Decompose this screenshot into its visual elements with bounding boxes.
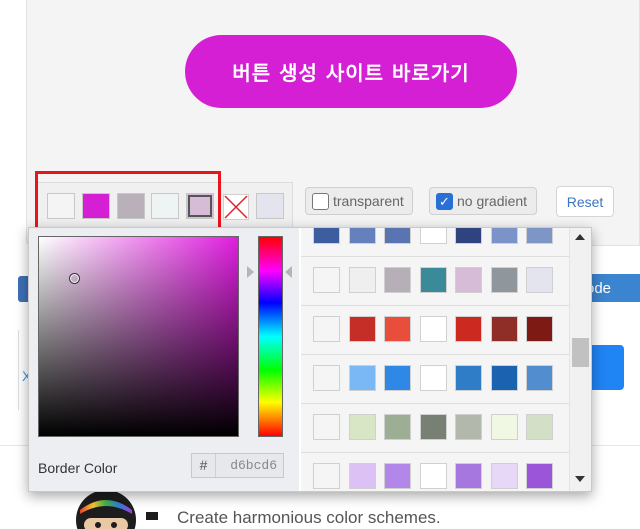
palette-color-cell[interactable] <box>313 414 340 440</box>
palette-color-cell[interactable] <box>419 316 447 342</box>
palette-color-cell[interactable] <box>313 228 340 244</box>
palette-color-cell[interactable] <box>455 463 482 489</box>
swatch-text-color[interactable] <box>151 193 179 219</box>
palette-color-cell[interactable] <box>348 228 376 244</box>
palette-color-cell[interactable] <box>384 267 411 293</box>
palette-color-cell[interactable] <box>455 316 482 342</box>
scroll-down-arrow-icon[interactable] <box>575 476 585 482</box>
palette-color-cell[interactable] <box>419 414 447 440</box>
palette-color-cell[interactable] <box>419 267 447 293</box>
palette-color-cell[interactable] <box>313 316 340 342</box>
palette-row <box>301 453 569 491</box>
palette-color-cell[interactable] <box>455 414 482 440</box>
no-gradient-option[interactable]: ✓ no gradient <box>429 187 537 215</box>
swatch-extra-color[interactable] <box>256 193 284 219</box>
ninja-mascot-icon <box>76 490 158 529</box>
palette-color-cell[interactable] <box>384 365 411 391</box>
palette-color-cell[interactable] <box>490 316 518 342</box>
preview-button[interactable]: 버튼 생성 사이트 바로가기 <box>185 35 517 108</box>
palette-scrollbar[interactable] <box>569 228 591 491</box>
palette-color-cell[interactable] <box>419 365 447 391</box>
palette-color-cell[interactable] <box>490 414 518 440</box>
no-color-icon[interactable] <box>223 194 249 220</box>
swatch-background-color[interactable] <box>47 193 75 219</box>
palette-color-cell[interactable] <box>526 316 553 342</box>
swatch-border-color[interactable] <box>186 193 214 219</box>
palette-color-cell[interactable] <box>526 414 553 440</box>
no-gradient-checkbox[interactable]: ✓ <box>436 192 453 210</box>
palette-color-cell[interactable] <box>455 365 482 391</box>
picker-controls: Border Color # d6bcd6 <box>29 228 299 491</box>
palette-color-cell[interactable] <box>348 463 376 489</box>
palette-row <box>301 228 569 257</box>
scroll-up-arrow-icon[interactable] <box>575 234 585 240</box>
palette-color-cell[interactable] <box>384 463 411 489</box>
palette-color-cell[interactable] <box>384 316 411 342</box>
palette-color-cell[interactable] <box>348 267 376 293</box>
palette-color-cell[interactable] <box>490 228 518 244</box>
palette-color-cell[interactable] <box>526 267 553 293</box>
tagline-text: Create harmonious color schemes. <box>177 508 441 527</box>
no-gradient-label: no gradient <box>457 193 528 209</box>
color-palette-list <box>301 228 569 491</box>
hue-slider[interactable] <box>258 236 283 437</box>
palette-row <box>301 404 569 453</box>
palette-row <box>301 355 569 404</box>
transparent-checkbox[interactable] <box>312 192 329 210</box>
swatch-shadow-color[interactable] <box>117 193 145 219</box>
palette-row <box>301 257 569 306</box>
palette-color-cell[interactable] <box>455 228 482 244</box>
palette-color-cell[interactable] <box>526 228 553 244</box>
palette-color-cell[interactable] <box>348 414 376 440</box>
palette-color-cell[interactable] <box>490 463 518 489</box>
palette-row <box>301 306 569 355</box>
saturation-value-area[interactable] <box>38 236 239 437</box>
palette-color-cell[interactable] <box>490 267 518 293</box>
border-color-label: Border Color <box>38 460 118 476</box>
reset-button[interactable]: Reset <box>556 186 614 217</box>
swatch-button-color[interactable] <box>82 193 110 219</box>
palette-color-cell[interactable] <box>455 267 482 293</box>
palette-color-cell[interactable] <box>526 463 553 489</box>
palette-color-cell[interactable] <box>313 267 340 293</box>
hex-value[interactable]: d6bcd6 <box>216 458 283 473</box>
palette-color-cell[interactable] <box>490 365 518 391</box>
palette-color-cell[interactable] <box>419 463 447 489</box>
palette-color-cell[interactable] <box>384 228 411 244</box>
palette-color-cell[interactable] <box>526 365 553 391</box>
palette-color-cell[interactable] <box>348 365 376 391</box>
transparent-label: transparent <box>333 193 404 209</box>
color-picker-popup: Border Color # d6bcd6 <box>28 227 592 492</box>
palette-color-cell[interactable] <box>419 228 447 244</box>
palette-color-cell[interactable] <box>384 414 411 440</box>
hex-prefix: # <box>192 454 216 477</box>
hue-slider-left-arrow-icon[interactable] <box>247 266 254 278</box>
color-handle[interactable] <box>69 273 80 284</box>
hue-slider-right-arrow-icon[interactable] <box>285 266 292 278</box>
palette-color-cell[interactable] <box>313 463 340 489</box>
transparent-option[interactable]: transparent <box>305 187 413 215</box>
hex-input[interactable]: # d6bcd6 <box>191 453 284 478</box>
palette-color-cell[interactable] <box>313 365 340 391</box>
background-blue-button[interactable] <box>588 345 624 390</box>
scrollbar-thumb[interactable] <box>572 338 589 367</box>
palette-color-cell[interactable] <box>348 316 376 342</box>
